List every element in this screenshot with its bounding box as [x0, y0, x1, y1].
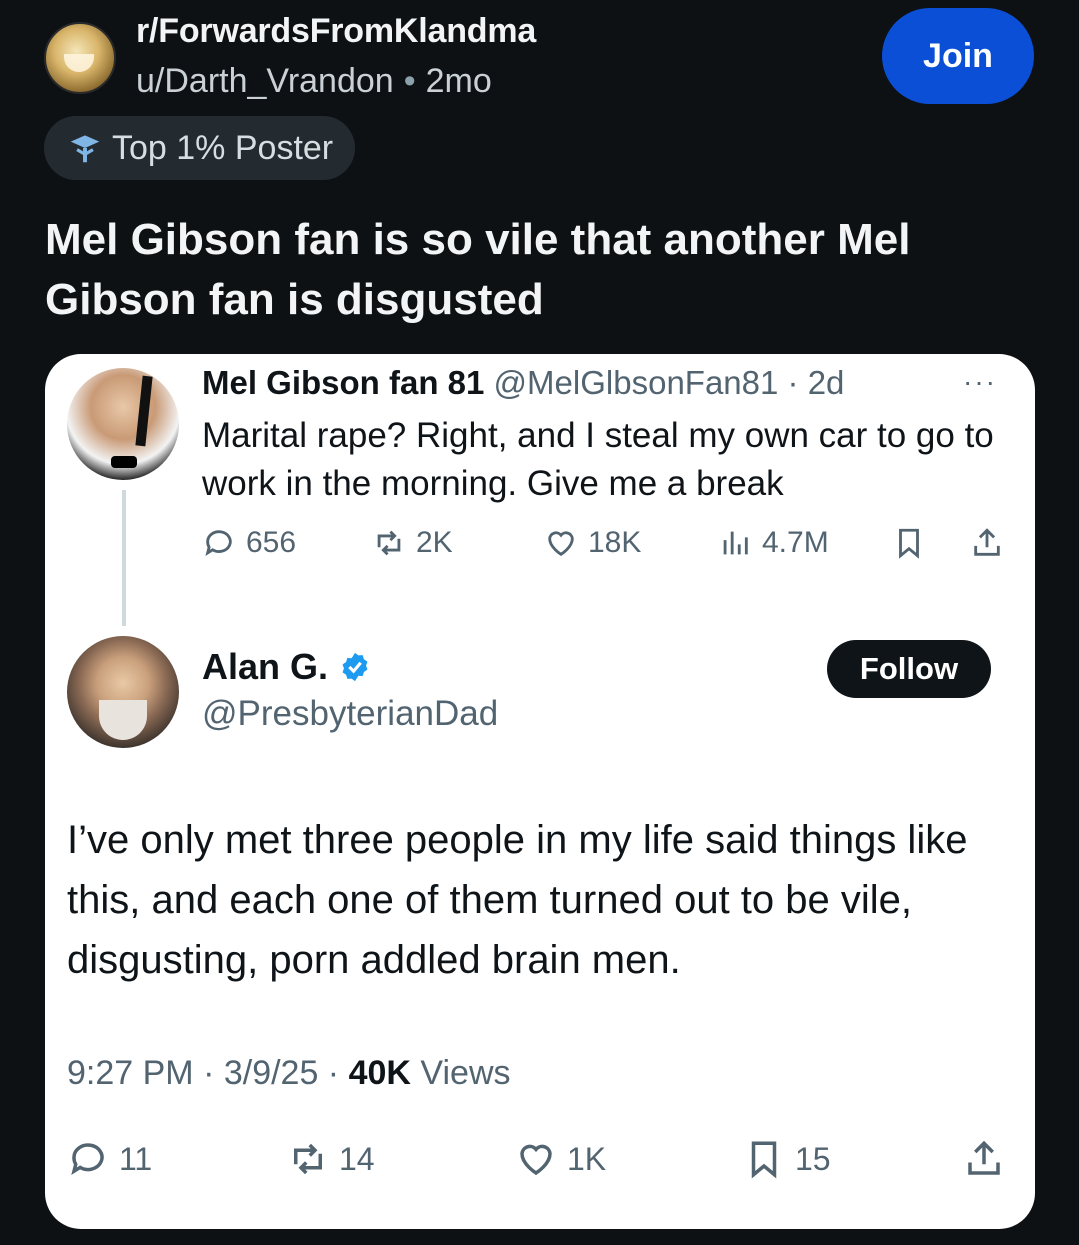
reply-icon [71, 1143, 104, 1176]
post-author[interactable]: u/Darth_Vrandon [136, 62, 394, 100]
tweet1-header: Mel Gibson fan 81 @MelGlbsonFan81 · 2d [202, 364, 844, 402]
tweet2-avatar [67, 636, 179, 748]
tweet2-bookmark-count: 15 [795, 1140, 831, 1177]
tweet2-author: Alan G. [202, 646, 372, 688]
follow-button: Follow [827, 640, 991, 698]
tweet1-author-name: Mel Gibson fan 81 [202, 364, 485, 401]
post-author-line: u/Darth_Vrandon • 2mo [136, 62, 492, 101]
tweet2-share [963, 1138, 1005, 1180]
tweet1-reply: 656 [202, 526, 296, 560]
verified-badge-icon [342, 652, 368, 682]
tweet2-bookmark: 15 [743, 1138, 831, 1180]
post-age: 2mo [425, 62, 492, 100]
tweet1-actions: 656 2K 18K 4.7M [202, 526, 1012, 570]
heart-icon [548, 531, 574, 557]
tweet2-reply: 11 [67, 1138, 152, 1180]
post-title[interactable]: Mel Gibson fan is so vile that another M… [45, 210, 1025, 330]
repost-icon [377, 530, 401, 556]
tweet2-like: 1K [515, 1138, 606, 1180]
repost-icon [294, 1143, 322, 1175]
tweet2-actions: 11 14 1K 15 [67, 1138, 1017, 1188]
heart-icon [520, 1144, 552, 1176]
share-icon [974, 528, 1000, 556]
tweet1-repost: 2K [372, 526, 453, 560]
more-options-icon: ··· [963, 366, 997, 397]
share-icon [968, 1140, 1000, 1175]
separator-dot: • [403, 62, 416, 100]
tweet2-handle: @PresbyterianDad [202, 694, 499, 733]
user-flair: Top 1% Poster [44, 116, 356, 180]
subreddit-avatar[interactable] [44, 22, 116, 94]
tweet2-views-label: Views [410, 1054, 511, 1092]
tweet1-like: 18K [544, 526, 641, 560]
thread-line [122, 490, 126, 626]
tweet1-views: 4.7M [718, 526, 829, 560]
tweet2-view-count: 40K [348, 1054, 411, 1092]
tweet2-reply-count: 11 [119, 1140, 153, 1177]
top-poster-icon [70, 135, 100, 163]
tweet1-avatar [67, 368, 179, 480]
tweet2-text: I’ve only met three people in my life sa… [67, 818, 968, 982]
tweet1-like-count: 18K [588, 526, 642, 559]
tweet2-timestamp-views: 9:27 PM · 3/9/25 · 40K Views [67, 1054, 511, 1093]
subreddit-name[interactable]: r/ForwardsFromKlandma [136, 12, 536, 51]
tweet-screenshot[interactable]: Mel Gibson fan 81 @MelGlbsonFan81 · 2d ·… [45, 354, 1035, 1229]
tweet1-repost-count: 2K [416, 526, 453, 559]
tweet1-text: Marital rape? Right, and I steal my own … [202, 416, 994, 503]
bookmark-icon [751, 1141, 777, 1179]
tweet2-repost-count: 14 [339, 1140, 375, 1177]
bookmark-icon [899, 528, 919, 559]
tweet1-view-count: 4.7M [762, 526, 829, 559]
tweet1-share [970, 526, 1004, 560]
flair-label: Top 1% Poster [112, 128, 334, 167]
tweet2-repost: 14 [287, 1138, 375, 1180]
tweet2-time: 9:27 PM · 3/9/25 · [67, 1054, 349, 1092]
join-button[interactable]: Join [882, 8, 1034, 104]
views-chart-icon [723, 531, 748, 555]
tweet1-reply-count: 656 [246, 526, 297, 559]
tweet1-bookmark [892, 526, 926, 560]
tweet2-like-count: 1K [567, 1140, 607, 1177]
tweet2-author-name: Alan G. [202, 646, 329, 687]
tweet1-handle-time: @MelGlbsonFan81 · 2d [484, 364, 845, 401]
reply-icon [205, 530, 232, 556]
